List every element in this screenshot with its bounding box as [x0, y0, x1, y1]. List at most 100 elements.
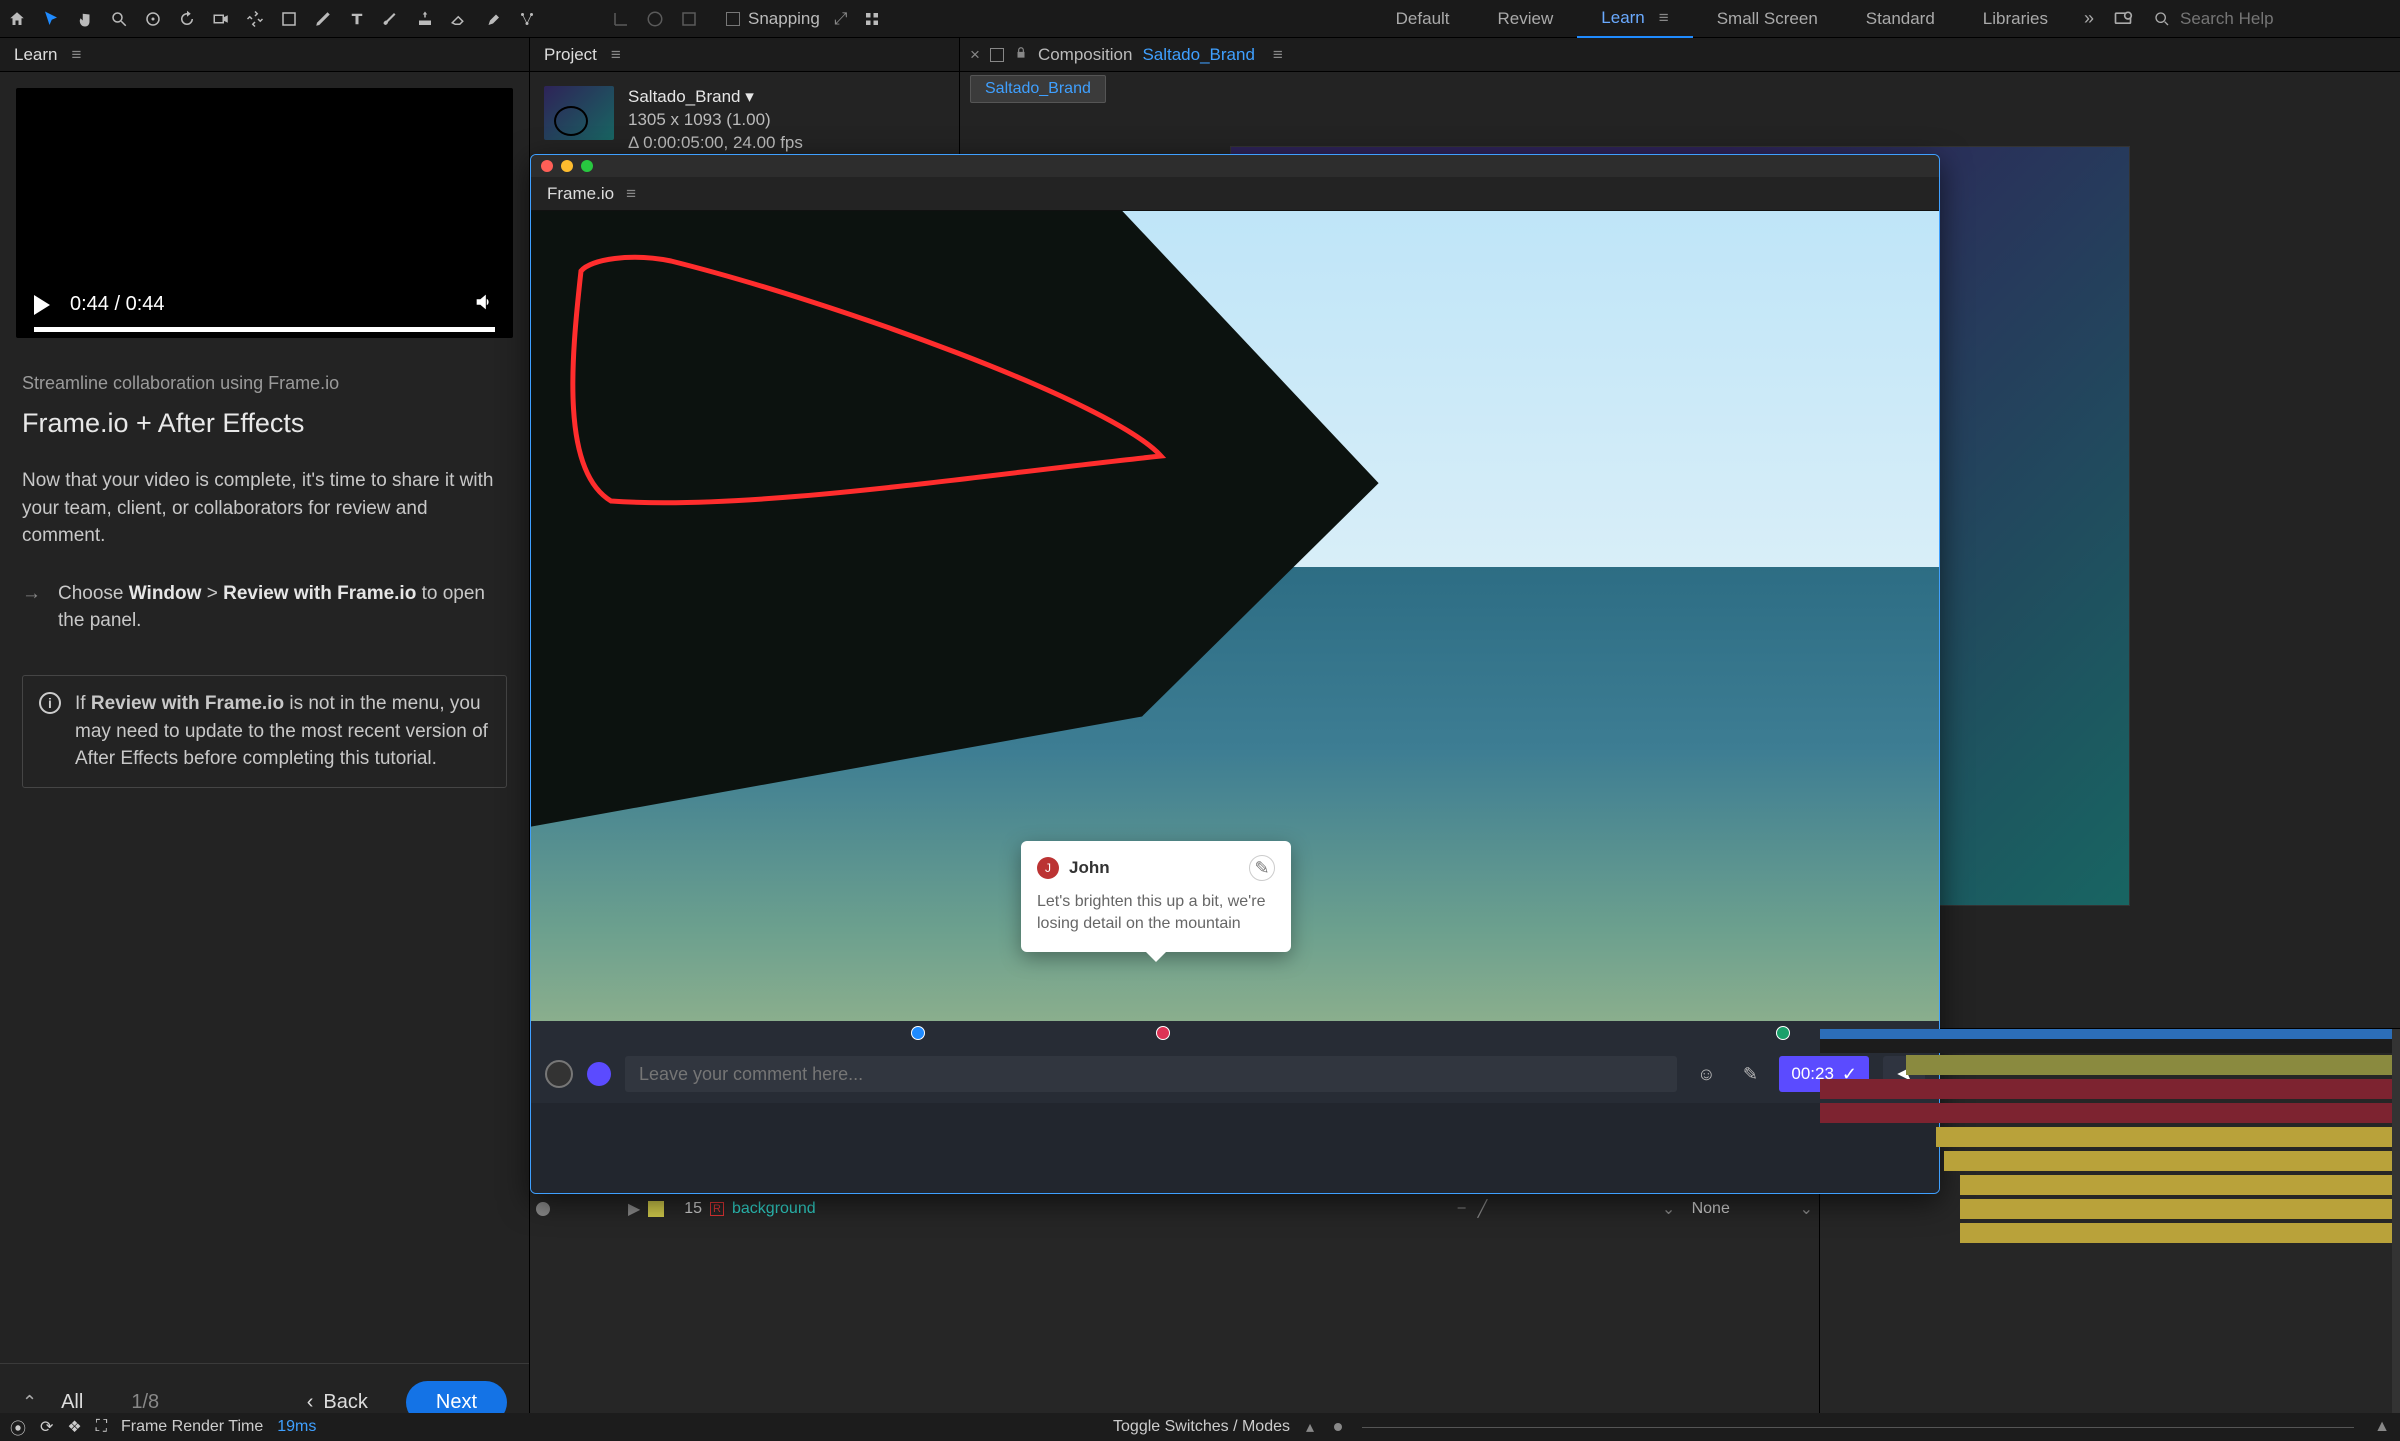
tool-orb-icon[interactable]	[587, 1062, 611, 1086]
clip-bar[interactable]	[1960, 1175, 2400, 1195]
layer-color-swatch[interactable]	[648, 1201, 664, 1217]
comp-tab-name[interactable]: Saltado_Brand	[1142, 45, 1254, 65]
visibility-toggle-icon[interactable]	[536, 1202, 550, 1216]
layer-handles[interactable]: ⎯╱	[1458, 1199, 1518, 1219]
flowchart-chip[interactable]: Saltado_Brand	[970, 75, 1106, 103]
twirl-icon[interactable]: ▶	[628, 1199, 640, 1219]
window-close-icon[interactable]	[541, 160, 553, 172]
comment-input[interactable]	[625, 1056, 1677, 1092]
emoji-icon[interactable]: ☺	[1691, 1059, 1721, 1089]
workspace-libraries[interactable]: Libraries	[1959, 0, 2072, 38]
close-comp-icon[interactable]: ×	[970, 45, 980, 65]
workspace-review[interactable]: Review	[1474, 0, 1578, 38]
layer-name[interactable]: background	[732, 1200, 1450, 1218]
hand-tool-icon[interactable]	[68, 2, 102, 36]
clip-bar[interactable]	[1936, 1127, 2400, 1147]
clone-stamp-tool-icon[interactable]	[408, 2, 442, 36]
comment-marker[interactable]	[1156, 1026, 1170, 1040]
toggle-shy-icon[interactable]: ⦿	[10, 1415, 26, 1439]
workspace-default[interactable]: Default	[1372, 0, 1474, 38]
window-zoom-icon[interactable]	[581, 160, 593, 172]
timeline-track[interactable]	[1820, 1101, 2400, 1125]
timeline-track[interactable]	[1820, 1221, 2400, 1245]
checkbox-icon[interactable]	[726, 12, 740, 26]
toggle-render-icon[interactable]: ⟳	[40, 1417, 53, 1437]
zoom-in-icon[interactable]: ▲	[2374, 1418, 2390, 1436]
parent-menu[interactable]: None	[1692, 1200, 1792, 1218]
timeline-track[interactable]	[1820, 1173, 2400, 1197]
timeline-track[interactable]	[1820, 1077, 2400, 1101]
panel-menu-icon[interactable]: ≡	[626, 184, 636, 204]
expand-icon[interactable]: ⌃	[22, 1392, 37, 1413]
scroll-handle[interactable]	[2392, 1029, 2400, 1441]
workspace-learn[interactable]: Learn≡	[1577, 0, 1692, 38]
blend-dropdown-icon[interactable]: ⌄	[1654, 1199, 1684, 1219]
clip-bar[interactable]	[1960, 1223, 2400, 1243]
play-icon[interactable]	[34, 295, 50, 315]
pan-behind-tool-icon[interactable]	[238, 2, 272, 36]
frameio-panel[interactable]: Frame.io ≡ J John	[530, 154, 1940, 1194]
workspace-standard[interactable]: Standard	[1842, 0, 1959, 38]
timeline-track[interactable]	[1820, 1125, 2400, 1149]
search-help[interactable]	[2140, 9, 2400, 29]
timeline-layer-row[interactable]: ▶15Rbackground⎯╱⌄None⌄	[530, 1197, 1819, 1221]
comment-marker-track[interactable]	[531, 1021, 1939, 1045]
zoom-handle-icon[interactable]	[1334, 1423, 1342, 1431]
window-titlebar[interactable]	[531, 155, 1939, 177]
edit-comment-icon[interactable]: ✎	[1249, 855, 1275, 881]
toggle-fx-icon[interactable]: ⛶	[96, 1418, 107, 1436]
clip-bar[interactable]	[1944, 1151, 2400, 1171]
panel-menu-icon[interactable]: ≡	[611, 45, 621, 65]
panel-menu-icon[interactable]: ≡	[1273, 45, 1283, 65]
comment-popup[interactable]: J John ✎ Let's brighten this up a bit, w…	[1021, 841, 1291, 952]
clip-bar[interactable]	[1820, 1079, 2400, 1099]
volume-icon[interactable]	[473, 291, 495, 318]
back-button[interactable]: ‹Back	[307, 1391, 368, 1414]
draw-icon[interactable]: ✎	[1735, 1059, 1765, 1089]
orbit-tool-icon[interactable]	[136, 2, 170, 36]
axis-local-icon[interactable]	[604, 2, 638, 36]
toggle-switches-button[interactable]: Toggle Switches / Modes	[1113, 1418, 1290, 1436]
window-minimize-icon[interactable]	[561, 160, 573, 172]
project-tab-label[interactable]: Project	[544, 45, 597, 65]
zoom-slider[interactable]	[1362, 1427, 2354, 1428]
timeline-track[interactable]	[1820, 1053, 2400, 1077]
timeline-track[interactable]	[1820, 1149, 2400, 1173]
frameio-tab-label[interactable]: Frame.io	[547, 184, 614, 204]
home-icon[interactable]	[0, 2, 34, 36]
text-tool-icon[interactable]	[340, 2, 374, 36]
puppet-tool-icon[interactable]	[510, 2, 544, 36]
footer-all[interactable]: All	[61, 1391, 83, 1414]
timeline-track[interactable]	[1820, 1197, 2400, 1221]
zoom-out-icon[interactable]: ▴	[1306, 1417, 1314, 1437]
search-input[interactable]	[2180, 9, 2380, 29]
clip-bar[interactable]	[1906, 1055, 2400, 1075]
mask-tool-icon[interactable]	[272, 2, 306, 36]
timeline-ruler[interactable]: 03:00f 03:12f 04:00f 04:12f 05:0	[1820, 1029, 2400, 1053]
snap-settings-icon[interactable]	[855, 2, 889, 36]
eraser-tool-icon[interactable]	[442, 2, 476, 36]
workspace-more-icon[interactable]: »	[2072, 8, 2106, 29]
video-progress[interactable]	[34, 327, 495, 332]
snapping-options-icon[interactable]: ⤢	[834, 9, 848, 29]
pen-tool-icon[interactable]	[306, 2, 340, 36]
clip-bar[interactable]	[1820, 1103, 2400, 1123]
rotate-tool-icon[interactable]	[170, 2, 204, 36]
tutorial-video[interactable]: 0:44 / 0:44	[16, 88, 513, 338]
learn-tab-label[interactable]: Learn	[14, 45, 57, 65]
axis-view-icon[interactable]	[672, 2, 706, 36]
axis-world-icon[interactable]	[638, 2, 672, 36]
roto-brush-tool-icon[interactable]	[476, 2, 510, 36]
brush-tool-icon[interactable]	[374, 2, 408, 36]
zoom-tool-icon[interactable]	[102, 2, 136, 36]
camera-tool-icon[interactable]	[204, 2, 238, 36]
workspace-small-screen[interactable]: Small Screen	[1693, 0, 1842, 38]
layer-source-icon[interactable]	[990, 48, 1004, 62]
comment-marker[interactable]	[1776, 1026, 1790, 1040]
clip-bar[interactable]	[1960, 1199, 2400, 1219]
parent-caret-icon[interactable]: ⌄	[1800, 1199, 1813, 1219]
sync-settings-icon[interactable]	[2106, 9, 2140, 29]
comment-marker[interactable]	[911, 1026, 925, 1040]
selection-tool-icon[interactable]	[34, 2, 68, 36]
toggle-blur-icon[interactable]: ❖	[67, 1417, 81, 1437]
